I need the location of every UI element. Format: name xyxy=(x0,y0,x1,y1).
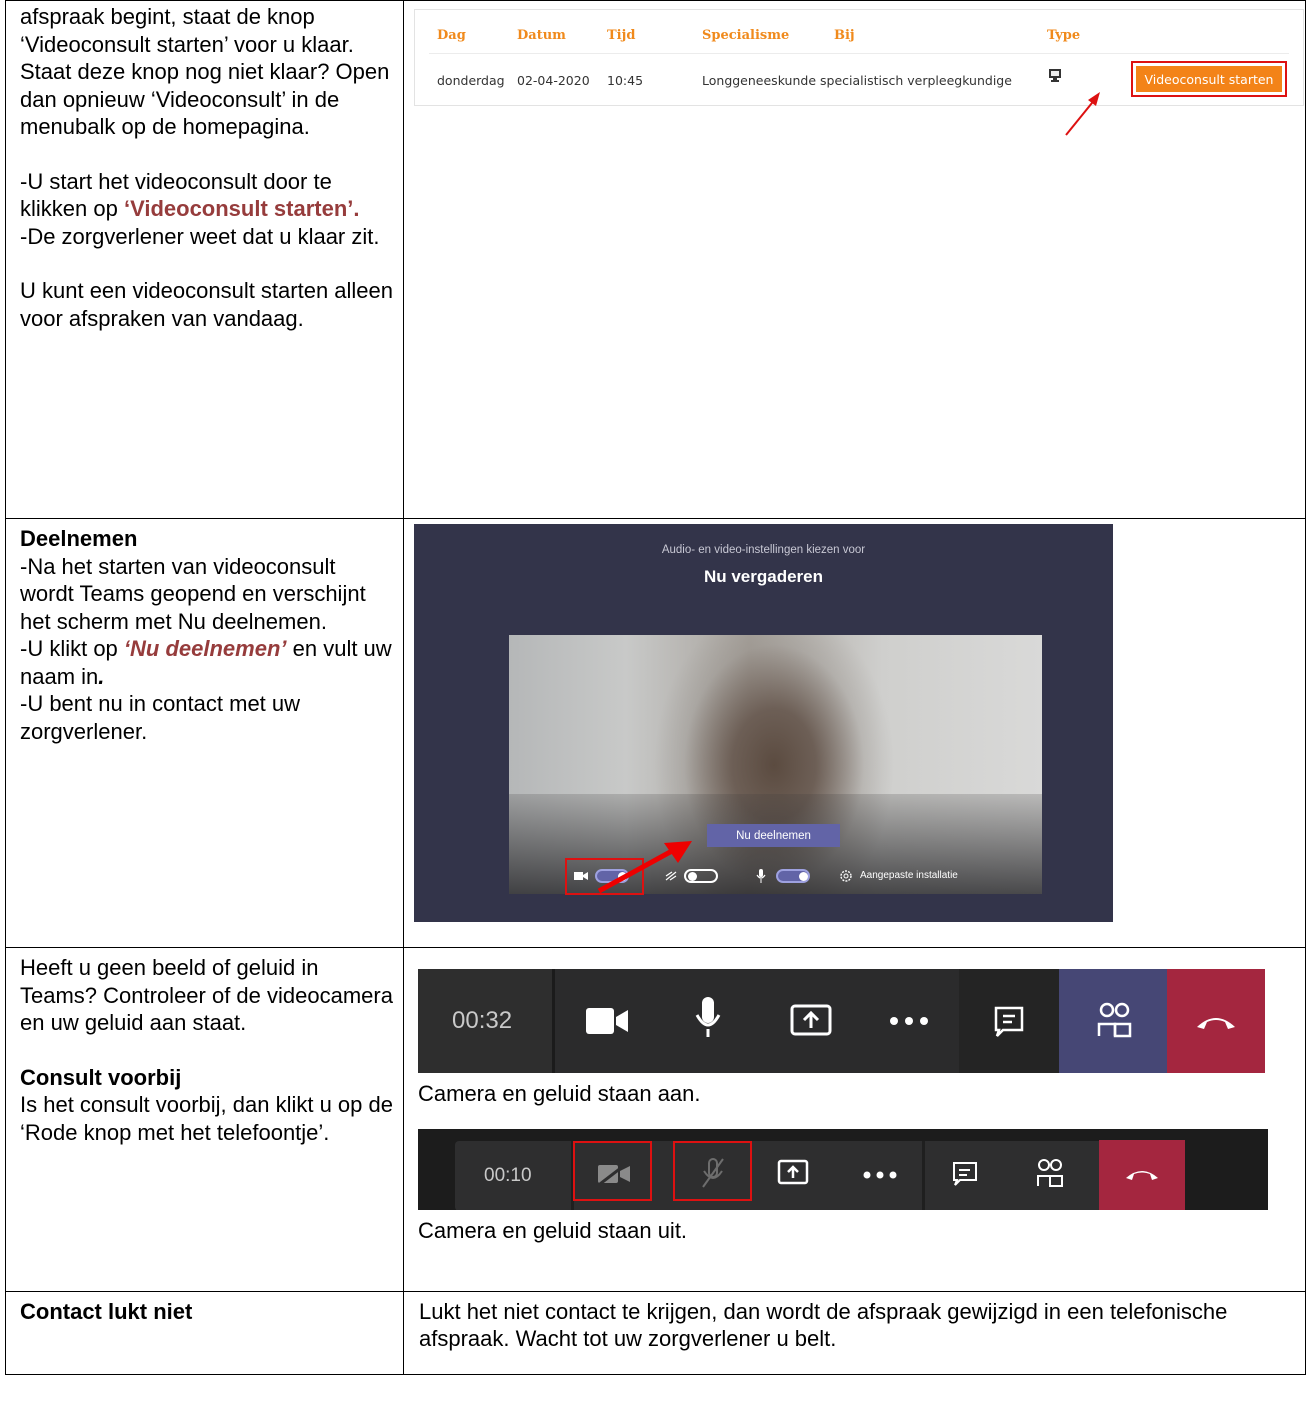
today-only-note: U kunt een videoconsult starten alleen v… xyxy=(20,278,394,331)
camera-preview xyxy=(509,635,1042,894)
microphone-icon xyxy=(756,869,766,883)
custom-setup-link[interactable]: Aangepaste installatie xyxy=(860,870,958,881)
join-step: -U klikt op ‘Nu deelnemen’ en vult uw na… xyxy=(20,636,392,689)
header-tijd: Tijd xyxy=(607,28,636,43)
more-options-icon[interactable] xyxy=(889,1016,929,1026)
row2-left-cell: Deelnemen -Na het starten van videoconsu… xyxy=(5,518,404,948)
call-timer: 00:32 xyxy=(452,1007,513,1034)
row3-left-cell: Heeft u geen beeld of geluid in Teams? C… xyxy=(5,947,404,1292)
join-button-reference: ‘Nu deelnemen’ xyxy=(123,636,287,661)
video-consult-start-label: Videoconsult starten xyxy=(1136,66,1282,92)
chat-icon[interactable] xyxy=(993,1005,1025,1039)
prejoin-subtitle: Audio- en video-instellingen kiezen voor xyxy=(661,544,866,556)
join-heading: Deelnemen xyxy=(20,526,138,551)
teams-prejoin-screenshot: Audio- en video-instellingen kiezen voor… xyxy=(414,524,1113,922)
start-instructions: afspraak begint, staat de knop ‘Videocon… xyxy=(20,4,390,139)
caption-off: Camera en geluid staan uit. xyxy=(418,1218,688,1243)
join-now-button[interactable]: Nu deelnemen xyxy=(707,824,840,847)
appointment-table-screenshot: Dag Datum Tijd Specialisme Bij Type dond… xyxy=(414,9,1304,136)
contact-fails-text: Lukt het niet contact te krijgen, dan wo… xyxy=(419,1299,1228,1351)
no-audio-video-text: Heeft u geen beeld of geluid in Teams? C… xyxy=(20,955,393,1035)
microphone-toggle[interactable] xyxy=(776,869,810,883)
share-screen-icon[interactable] xyxy=(777,1159,809,1187)
in-contact-text: -U bent nu in contact met uw zorgverlene… xyxy=(20,691,301,744)
row4-left-cell: Contact lukt niet xyxy=(5,1291,404,1375)
start-step: -U start het videoconsult door te klikke… xyxy=(20,168,360,222)
camera-off-icon[interactable] xyxy=(598,1163,632,1185)
microphone-off-icon[interactable] xyxy=(701,1157,725,1191)
more-options-icon[interactable] xyxy=(863,1171,897,1179)
row2-right-cell: Audio- en video-instellingen kiezen voor… xyxy=(403,518,1306,948)
annotation-arrow-icon xyxy=(1065,92,1100,136)
microphone-icon[interactable] xyxy=(694,997,722,1041)
monitor-icon xyxy=(1049,69,1061,82)
header-dag: Dag xyxy=(437,28,466,43)
row-start-consult: afspraak begint, staat de knop ‘Videocon… xyxy=(5,0,1306,519)
participants-icon[interactable] xyxy=(1036,1159,1064,1189)
cell-dag: donderdag xyxy=(437,73,505,88)
hang-up-icon[interactable] xyxy=(1124,1167,1160,1181)
row3-right-cell: 00:32 Camera en geluid staan aan. 00:10 … xyxy=(403,947,1306,1292)
caption-on: Camera en geluid staan aan. xyxy=(418,1081,701,1106)
row-join: Deelnemen -Na het starten van videoconsu… xyxy=(5,518,1306,948)
row-contact-fails: Contact lukt niet Lukt het niet contact … xyxy=(5,1291,1306,1375)
video-consult-start-button[interactable]: Videoconsult starten xyxy=(1131,61,1287,97)
cell-tijd: 10:45 xyxy=(607,73,644,88)
hang-up-icon[interactable] xyxy=(1195,1013,1237,1031)
header-specialisme: Specialisme xyxy=(702,28,790,43)
consult-over-text: Is het consult voorbij, dan klikt u op d… xyxy=(20,1092,393,1145)
consult-over-heading: Consult voorbij xyxy=(20,1064,182,1090)
header-type: Type xyxy=(1047,28,1081,43)
call-timer: 00:10 xyxy=(484,1165,532,1186)
prejoin-title: Nu vergaderen xyxy=(703,567,824,586)
header-datum: Datum xyxy=(517,28,566,43)
contact-fails-heading: Contact lukt niet xyxy=(20,1299,193,1324)
cell-specialisme: Longgeneeskunde xyxy=(702,73,817,88)
participants-icon[interactable] xyxy=(1097,1002,1133,1040)
instruction-table: afspraak begint, staat de knop ‘Videocon… xyxy=(5,0,1306,1375)
camera-icon[interactable] xyxy=(586,1006,630,1036)
start-button-reference: ‘Videoconsult starten’. xyxy=(123,196,360,221)
cell-datum: 02-04-2020 xyxy=(517,73,590,88)
chat-icon[interactable] xyxy=(952,1161,978,1187)
header-bij: Bij xyxy=(834,28,855,43)
annotation-arrow-icon xyxy=(597,841,692,894)
call-bar-on: 00:32 xyxy=(418,969,1265,1073)
settings-icon xyxy=(840,870,852,882)
call-bar-off: 00:10 xyxy=(418,1129,1268,1210)
provider-notified: -De zorgverlener weet dat u klaar zit. xyxy=(20,223,380,249)
row1-left-cell: afspraak begint, staat de knop ‘Videocon… xyxy=(5,0,404,519)
share-screen-icon[interactable] xyxy=(790,1004,832,1040)
teams-opens-text: -Na het starten van videoconsult wordt T… xyxy=(20,553,366,634)
row4-right-cell: Lukt het niet contact te krijgen, dan wo… xyxy=(403,1291,1306,1375)
row-controls: Heeft u geen beeld of geluid in Teams? C… xyxy=(5,947,1306,1292)
row1-right-cell: Dag Datum Tijd Specialisme Bij Type dond… xyxy=(403,0,1306,519)
cell-bij: specialistisch verpleegkundige xyxy=(820,73,1012,88)
